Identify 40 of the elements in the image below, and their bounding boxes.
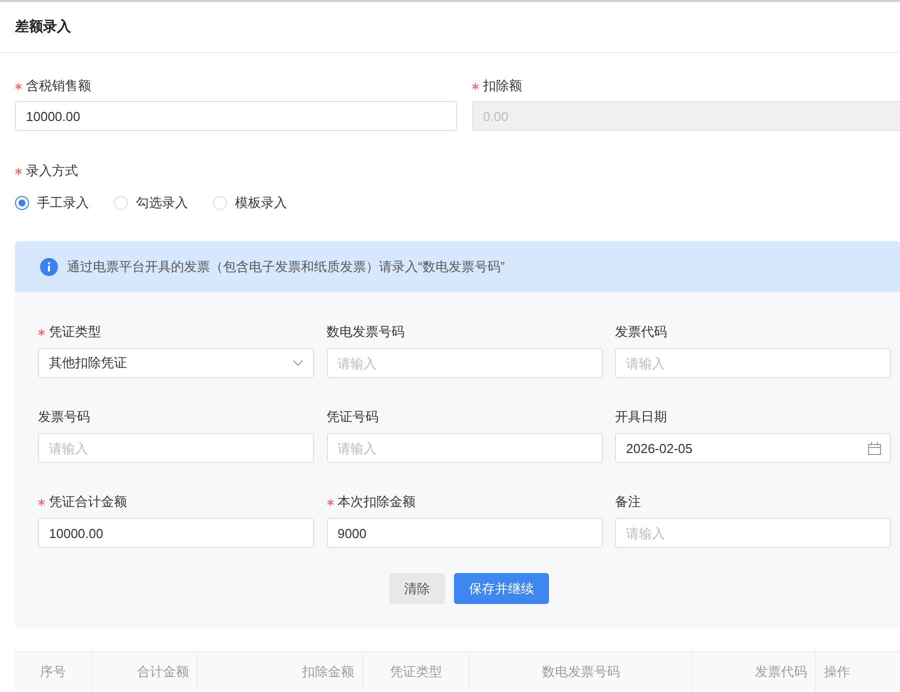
field-label: 开具日期 [615, 408, 667, 426]
input-field[interactable]: 请输入 [38, 433, 314, 463]
clear-button[interactable]: 清除 [389, 573, 445, 604]
input-field[interactable]: 请输入 [615, 518, 891, 548]
field-label: 凭证类型 [49, 323, 101, 341]
info-icon [40, 258, 58, 276]
column-header: 凭证类型 [390, 663, 442, 681]
save-continue-button[interactable]: 保存并继续 [454, 573, 549, 604]
field-label: 凭证号码 [326, 408, 378, 426]
column-header: 合计金额 [137, 663, 189, 681]
calendar-icon[interactable] [868, 442, 881, 455]
field-label: 含税销售额 [26, 77, 91, 95]
select-field[interactable]: 其他扣除凭证 [38, 348, 314, 378]
field-label: 数电发票号码 [326, 323, 404, 341]
column-header: 发票代码 [755, 663, 807, 681]
field-label: 备注 [615, 493, 641, 511]
radio-option[interactable]: 勾选录入 [114, 194, 188, 212]
input-field[interactable]: 请输入 [326, 433, 602, 463]
radio-option[interactable]: 模板录入 [213, 194, 287, 212]
radio-option[interactable]: 手工录入 [15, 194, 89, 212]
column-header: 扣除金额 [302, 663, 354, 681]
input-field[interactable]: 10000.00 [38, 518, 314, 548]
radio-circle-icon[interactable] [15, 196, 29, 210]
column-header: 序号 [40, 663, 66, 681]
field-label: 本次扣除金额 [338, 493, 416, 511]
chevron-down-icon [293, 360, 303, 366]
input-field[interactable]: 9000 [326, 518, 602, 548]
column-header: 数电发票号码 [542, 663, 620, 681]
field-label: 录入方式 [26, 162, 78, 180]
input-field[interactable]: 请输入 [326, 348, 602, 378]
field-label: 扣除额 [483, 77, 522, 95]
field-label: 凭证合计金额 [49, 493, 127, 511]
input-field[interactable]: 10000.00 [15, 101, 457, 131]
page-title: 差额录入 [15, 18, 71, 36]
column-header: 操作 [824, 663, 850, 681]
input-field[interactable]: 请输入 [615, 348, 891, 378]
date-field[interactable]: 2026-02-05 [615, 433, 891, 463]
notice-text: 通过电票平台开具的发票（包含电子发票和纸质发票）请录入“数电发票号码” [67, 258, 505, 276]
field-label: 发票号码 [38, 408, 90, 426]
field-label: 发票代码 [615, 323, 667, 341]
